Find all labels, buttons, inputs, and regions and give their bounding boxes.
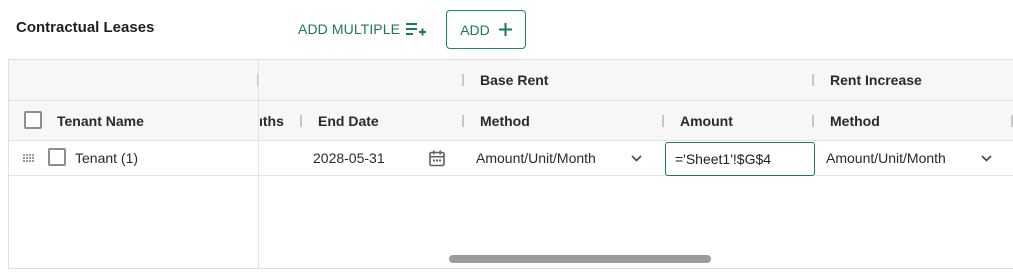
column-separator[interactable] xyxy=(812,115,814,127)
column-separator xyxy=(462,74,464,86)
playlist-add-icon xyxy=(406,23,427,36)
chevron-down-icon[interactable] xyxy=(631,155,642,162)
group-header-base-rent: Base Rent xyxy=(480,72,549,88)
header-rent-increase-method[interactable]: Method xyxy=(830,113,880,129)
chevron-down-icon[interactable] xyxy=(981,155,992,162)
add-button[interactable]: ADD xyxy=(446,10,526,49)
tenant-name-cell[interactable]: Tenant (1) xyxy=(75,150,138,166)
column-separator[interactable] xyxy=(662,115,664,127)
header-amount[interactable]: Amount xyxy=(680,113,733,129)
section-title: Contractual Leases xyxy=(16,19,155,36)
row-checkbox[interactable] xyxy=(48,148,66,166)
column-separator[interactable] xyxy=(462,115,464,127)
end-date-cell[interactable]: 2028-05-31 xyxy=(313,150,385,166)
base-rent-method-select[interactable]: Amount/Unit/Month xyxy=(476,150,596,166)
header-months-partial[interactable]: ıths xyxy=(259,113,284,129)
add-multiple-label: ADD MULTIPLE xyxy=(298,21,401,37)
select-all-checkbox[interactable] xyxy=(24,111,42,129)
header-base-rent-method[interactable]: Method xyxy=(480,113,530,129)
add-multiple-button[interactable]: ADD MULTIPLE xyxy=(298,20,427,38)
pinned-column-divider xyxy=(258,60,259,268)
leases-grid: Base Rent Rent Increase Tenant Name ıths… xyxy=(8,59,1013,269)
column-separator[interactable] xyxy=(300,115,302,127)
header-tenant-name[interactable]: Tenant Name xyxy=(57,113,144,129)
plus-icon xyxy=(498,23,512,36)
calendar-icon[interactable] xyxy=(429,150,445,167)
rent-increase-method-select[interactable]: Amount/Unit/Month xyxy=(826,150,946,166)
column-separator xyxy=(812,74,814,86)
group-header-rent-increase: Rent Increase xyxy=(830,72,922,88)
group-header-row: Base Rent Rent Increase xyxy=(9,60,1013,101)
amount-edit-input[interactable]: ='Sheet1'!$G$4 xyxy=(665,142,815,176)
column-header-row: Tenant Name ıths End Date Method Amount … xyxy=(9,101,1013,141)
drag-handle-icon[interactable] xyxy=(23,154,35,163)
add-label: ADD xyxy=(460,21,490,38)
header-end-date[interactable]: End Date xyxy=(318,113,379,129)
table-row: Tenant (1) 2028-05-31 Amount/Unit/Month … xyxy=(9,141,1013,176)
horizontal-scrollbar[interactable] xyxy=(449,255,711,263)
